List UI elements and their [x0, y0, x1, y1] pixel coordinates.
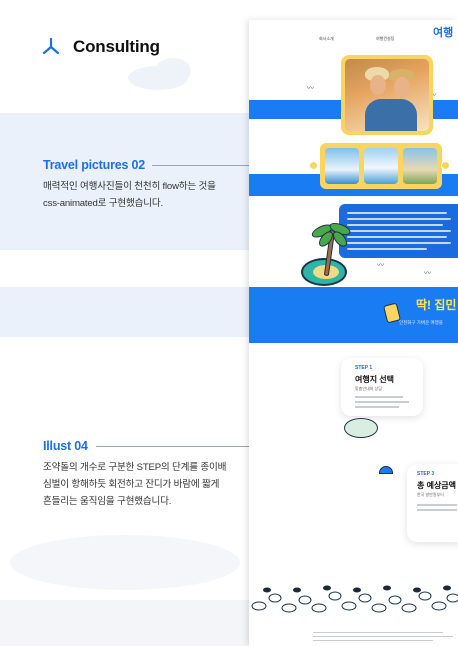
tri-node-icon: [42, 37, 60, 55]
desc-line: 심벌이 항해하듯 회전하고 잔디가 바람에 짧게: [43, 479, 220, 490]
cloud-decoration: [155, 58, 191, 84]
desc-line: 조약돌의 개수로 구분한 STEP의 단계를 종이배: [43, 462, 227, 473]
nav-item-consulting[interactable]: 여행컨설팅: [376, 36, 394, 42]
pebble-border-decoration: [251, 585, 458, 613]
section-title-illust: Illust 04: [43, 439, 88, 453]
mockup-footer: [249, 616, 458, 646]
step-sub: 맞춤안내와 상담: [355, 386, 382, 391]
photo-strip: [320, 143, 442, 189]
desc-line: css-animated로 구현했습니다.: [43, 198, 163, 209]
section-desc-travel: 매력적인 여행사진들이 천천히 flow하는 것을 css-animated로 …: [43, 178, 216, 212]
photo-thumb: [325, 148, 359, 184]
step-label: STEP 3: [417, 471, 435, 477]
brand-title: Consulting: [73, 37, 160, 56]
bird-icon: 〰︎: [377, 262, 384, 269]
step-title: 총 예상금액: [417, 481, 457, 490]
umbrella-icon: [379, 466, 393, 474]
pebble-pattern-decoration: [10, 535, 240, 590]
bird-icon: 〰︎: [307, 85, 314, 92]
next-circle-icon[interactable]: [441, 161, 450, 170]
mockup-nav: 회사소개 여행컨설팅: [249, 28, 458, 50]
step-label: STEP 1: [355, 365, 373, 371]
step-title: 여행지 선택: [355, 375, 395, 384]
website-mockup: 회사소개 여행컨설팅 여행 〰︎ 〰︎ 〰︎ 딱! 집민 인천화구 가벼운 여행…: [249, 20, 458, 646]
mockup-logo[interactable]: 여행: [433, 24, 453, 40]
desc-line: 매력적인 여행사진들이 천천히 flow하는 것을: [43, 181, 216, 192]
nav-item-company[interactable]: 회사소개: [319, 36, 334, 42]
bird-icon: 〰︎: [424, 270, 431, 277]
intro-text-card: [339, 204, 458, 258]
step-sub: 한국 발만원부터: [417, 492, 444, 497]
banner-subtitle: 인천화구 가벼운 여행을: [399, 320, 443, 325]
section-title-travel: Travel pictures 02: [43, 158, 146, 172]
photo-thumb: [403, 148, 437, 184]
prev-circle-icon[interactable]: [309, 161, 318, 170]
lilypad-icon: [344, 418, 378, 438]
desc-line: 흔들리는 움직임을 구현했습니다.: [43, 496, 172, 507]
brand-header: Consulting: [41, 37, 160, 57]
section-desc-illust: 조약돌의 개수로 구분한 STEP의 단계를 종이배 심벌이 항해하듯 회전하고…: [43, 459, 226, 510]
travel-photo: [345, 59, 429, 131]
photo-thumb: [364, 148, 398, 184]
banner-title: 딱! 집민: [416, 298, 457, 312]
travel-photo-frame: [341, 55, 433, 135]
